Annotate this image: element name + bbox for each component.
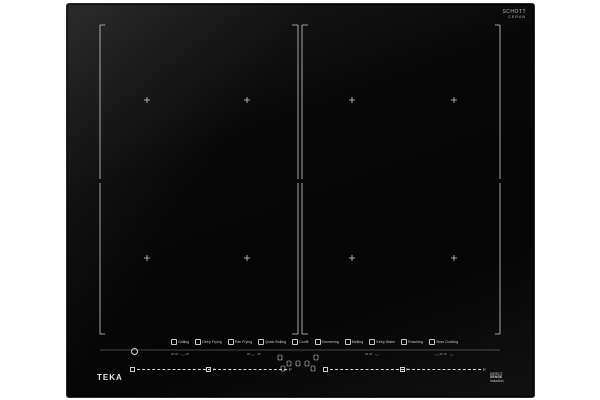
function-confit[interactable]: Confit <box>292 339 309 345</box>
zone-3-power-slider[interactable]: P <box>323 366 409 372</box>
function-label: Keep Warm <box>376 340 396 344</box>
zone-bottom-right-outline <box>495 183 501 335</box>
zone-center-marks <box>144 97 457 261</box>
function-poaching[interactable]: Poaching <box>401 339 423 345</box>
power-button-icon[interactable] <box>131 348 138 355</box>
melt-icon <box>344 339 351 345</box>
zone-top-middle-left-outline <box>292 24 299 179</box>
function-label: Deep Frying <box>202 340 222 344</box>
induction-hob: SCHOTT CERAN Grilling Deep Frying Pan Fr… <box>66 3 535 398</box>
function-labels: Grilling Deep Frying Pan Frying Quick Bo… <box>171 338 458 346</box>
zone-1-slider-track[interactable] <box>137 368 211 370</box>
zone-4-function-icons[interactable]: ◡▱▱ ◡ <box>435 351 454 356</box>
direct-sense-induction-logo: DIRECT SENSE induction <box>490 372 504 383</box>
pot-icon <box>195 339 202 345</box>
zone-2-function-icons[interactable]: ▱◡ ▱ <box>247 351 262 356</box>
warm-icon <box>369 339 376 345</box>
zone-bottom-left-outline <box>99 183 105 335</box>
confit-icon <box>292 339 299 345</box>
zone-1-indicator-icon <box>130 366 135 372</box>
function-slow-cooking[interactable]: Slow Cooking <box>429 339 458 345</box>
grill-icon <box>171 339 177 345</box>
zone-3-slider-track[interactable] <box>330 368 404 370</box>
function-quick-boiling[interactable]: Quick Boiling <box>258 339 286 345</box>
zone-4-boost-icon[interactable]: P <box>483 367 486 372</box>
zone-3-indicator-icon <box>323 366 328 372</box>
function-label: Slow Cooking <box>436 340 459 344</box>
function-melting[interactable]: Melting <box>344 339 364 345</box>
boil-icon <box>258 339 265 345</box>
zone-2-slider-track[interactable] <box>213 368 287 370</box>
technology-line3: induction <box>490 379 504 383</box>
zone-top-left-outline <box>99 24 105 179</box>
zone-1-function-icons[interactable]: ▱▱ ◡▱ <box>171 351 190 356</box>
zone-4-slider-track[interactable] <box>407 368 481 370</box>
zone-bottom-middle-right-outline <box>301 183 308 335</box>
poach-icon <box>401 339 408 345</box>
function-grilling[interactable]: Grilling <box>171 339 189 345</box>
zone-3-function-icons[interactable]: ▱▱ ◡ <box>365 351 380 356</box>
zone-1-power-slider[interactable]: P <box>130 366 216 372</box>
zone-2-boost-icon[interactable]: P <box>289 367 292 372</box>
zone-2-indicator-icon <box>206 366 211 372</box>
zone-2-power-slider[interactable]: P <box>206 366 292 372</box>
slow-cook-icon <box>429 339 436 345</box>
function-label: Simmering <box>321 340 339 344</box>
function-keep-warm[interactable]: Keep Warm <box>369 339 395 345</box>
teka-logo: TEKA <box>97 373 123 382</box>
function-deep-frying[interactable]: Deep Frying <box>195 339 222 345</box>
function-label: Quick Boiling <box>265 340 287 344</box>
function-label: Poaching <box>408 340 424 344</box>
function-label: Confit <box>299 340 309 344</box>
pan-icon <box>227 339 234 345</box>
function-pan-frying[interactable]: Pan Frying <box>227 339 253 345</box>
zone-4-indicator-icon <box>400 366 405 372</box>
zone-bottom-middle-left-outline <box>292 183 299 335</box>
simmer-icon <box>314 339 321 345</box>
zone-top-middle-right-outline <box>301 24 308 179</box>
zone-4-power-slider[interactable]: P <box>400 366 486 372</box>
zone-top-right-outline <box>495 24 501 179</box>
function-label: Melting <box>351 340 364 344</box>
function-label: Pan Frying <box>234 340 253 344</box>
function-label: Grilling <box>178 340 190 344</box>
function-simmering[interactable]: Simmering <box>314 339 339 345</box>
